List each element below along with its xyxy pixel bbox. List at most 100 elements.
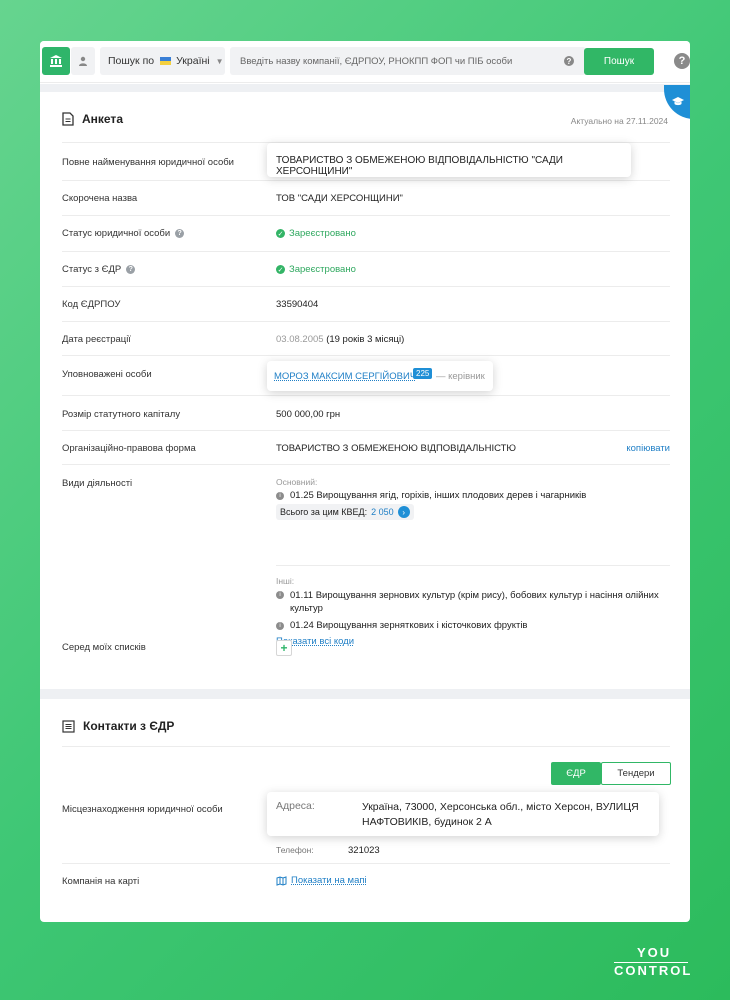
info-dot-icon: i	[276, 492, 284, 500]
search-bar: Пошук по Україні ▼ ? Пошук ?	[40, 41, 690, 83]
person-search-toggle[interactable]	[71, 47, 95, 75]
kved-total-pill[interactable]: Всього за цим КВЕД: 2 050 ›	[276, 504, 414, 520]
authorized-label: Уповноважені особи	[62, 369, 152, 380]
activities-main-title: Основний:	[276, 477, 318, 487]
person-icon	[79, 56, 87, 66]
list-document-icon	[62, 719, 75, 733]
copy-link[interactable]: копіювати	[626, 443, 670, 454]
edr-status-value: ✓ Зареєстровано	[276, 264, 356, 275]
map-icon	[276, 875, 287, 886]
search-button[interactable]: Пошук	[584, 48, 654, 75]
kved-main-text: 01.25 Вирощування ягід, горіхів, інших п…	[290, 490, 587, 501]
edr-status-label: Статус з ЄДР	[62, 264, 122, 275]
row-legal-status: Статус юридичної особи? ✓ Зареєстровано	[62, 216, 670, 252]
row-map: Компанія на карті Показати на мапі	[62, 864, 670, 898]
short-name-value: ТОВ "САДИ ХЕРСОНЩИНИ"	[276, 193, 403, 204]
kved-other-text: 01.24 Вирощування зерняткових і кісточко…	[290, 620, 528, 631]
youcontrol-logo: YOU CONTROL	[614, 946, 694, 978]
row-capital: Розмір статутного капіталу 500 000,00 гр…	[62, 396, 670, 431]
chevron-right-icon: ›	[397, 506, 410, 518]
education-badge[interactable]	[664, 85, 690, 119]
reg-date-label: Дата реєстрації	[62, 334, 131, 345]
row-short-name: Скорочена назва ТОВ "САДИ ХЕРСОНЩИНИ"	[62, 181, 670, 216]
tab-tenders[interactable]: Тендери	[601, 762, 671, 785]
legal-status-text: Зареєстровано	[289, 228, 356, 239]
tab-edr[interactable]: ЄДР	[551, 762, 601, 785]
capital-label: Розмір статутного капіталу	[62, 409, 181, 420]
activities-label: Види діяльності	[62, 478, 133, 489]
legal-status-label-wrap: Статус юридичної особи?	[62, 228, 185, 239]
info-dot-icon: i	[276, 622, 284, 630]
legal-entity-search-toggle[interactable]	[42, 47, 70, 75]
authorized-role: — керівник	[436, 371, 485, 382]
reg-date-age: (19 років 3 місяці)	[326, 334, 405, 345]
legal-form-label: Організаційно-правова форма	[62, 443, 196, 454]
contacts-header: Контакти з ЄДР	[62, 717, 174, 735]
section-divider	[40, 84, 690, 92]
country-select-value: Україні	[176, 55, 210, 67]
actual-date: Актуально на 27.11.2024	[570, 116, 668, 126]
phone-label: Телефон:	[276, 845, 314, 855]
authorized-person-link[interactable]: МОРОЗ МАКСИМ СЕРГІЙОВИЧ	[274, 371, 416, 382]
edrpou-label: Код ЄДРПОУ	[62, 299, 121, 310]
chevron-down-icon: ▼	[215, 56, 224, 66]
help-icon[interactable]: ?	[674, 53, 690, 69]
edr-status-text: Зареєстровано	[289, 264, 356, 275]
contacts-title: Контакти з ЄДР	[83, 719, 175, 733]
activities-other-title: Інші:	[276, 576, 295, 586]
row-activities: Види діяльності Основний: i 01.25 Вирощу…	[62, 465, 670, 647]
full-name-value: ТОВАРИСТВО З ОБМЕЖЕНОЮ ВІДПОВІДАЛЬНІСТЮ …	[276, 155, 563, 177]
legal-status-value: ✓ Зареєстровано	[276, 228, 356, 239]
location-label: Місцезнаходження юридичної особи	[62, 804, 223, 815]
kved-other-item: i 01.11 Вирощування зернових культур (кр…	[276, 589, 670, 615]
reg-date-date: 03.08.2005	[276, 334, 324, 345]
check-circle-icon: ✓	[276, 265, 285, 274]
reg-date-value: 03.08.2005 (19 років 3 місяці)	[276, 334, 404, 345]
contacts-top-divider	[62, 746, 670, 747]
kved-main: i 01.25 Вирощування ягід, горіхів, інших…	[276, 490, 670, 501]
short-name-label: Скорочена назва	[62, 193, 138, 204]
edrpou-value: 33590404	[276, 299, 319, 310]
legal-status-label: Статус юридичної особи	[62, 228, 171, 239]
add-to-list-button[interactable]: +	[276, 640, 292, 656]
bank-icon	[50, 55, 62, 67]
check-circle-icon: ✓	[276, 229, 285, 238]
info-dot-icon: i	[276, 591, 284, 599]
logo-line-1: YOU	[637, 945, 672, 960]
address-popout: Адреса: Україна, 73000, Херсонська обл.,…	[267, 792, 659, 836]
anketa-title: Анкета	[82, 112, 123, 126]
address-label: Адреса:	[276, 800, 315, 812]
ukraine-flag-icon	[160, 57, 172, 65]
row-my-lists: Серед моїх списків +	[62, 637, 670, 667]
show-map-link[interactable]: Показати на мапі	[276, 875, 367, 886]
kved-total-label: Всього за цим КВЕД:	[280, 507, 368, 517]
legal-form-value: ТОВАРИСТВО З ОБМЕЖЕНОЮ ВІДПОВІДАЛЬНІСТЮ	[276, 443, 517, 454]
country-select-prefix: Пошук по	[108, 55, 155, 67]
help-icon[interactable]: ?	[126, 264, 136, 274]
anketa-header: Анкета	[62, 110, 123, 128]
person-count-badge[interactable]: 225	[413, 368, 433, 379]
search-input[interactable]	[230, 47, 586, 75]
main-card: Пошук по Україні ▼ ? Пошук ? Анкета Акту…	[40, 41, 690, 922]
graduation-cap-icon	[672, 97, 684, 106]
my-lists-label: Серед моїх списків	[62, 642, 146, 653]
document-icon	[62, 112, 74, 126]
section-divider	[40, 689, 690, 699]
address-value: Україна, 73000, Херсонська обл., місто Х…	[362, 801, 639, 828]
activities-divider	[276, 565, 670, 566]
edr-status-label-wrap: Статус з ЄДР?	[62, 264, 136, 275]
country-select[interactable]: Пошук по Україні ▼	[100, 47, 225, 75]
logo-line-2: CONTROL	[614, 963, 693, 978]
phone-value: 321023	[348, 845, 380, 856]
help-icon[interactable]: ?	[175, 228, 185, 238]
capital-value: 500 000,00 грн	[276, 409, 341, 420]
activities-main: Основний: i 01.25 Вирощування ягід, горі…	[276, 477, 670, 520]
kved-total-value: 2 050	[371, 507, 394, 517]
row-reg-date: Дата реєстрації 03.08.2005 (19 років 3 м…	[62, 322, 670, 356]
search-help-icon[interactable]: ?	[564, 56, 574, 66]
map-label: Компанія на карті	[62, 876, 140, 887]
show-map-text: Показати на мапі	[291, 875, 367, 886]
row-edrpou: Код ЄДРПОУ 33590404	[62, 287, 670, 322]
full-name-popout: ТОВАРИСТВО З ОБМЕЖЕНОЮ ВІДПОВІДАЛЬНІСТЮ …	[267, 143, 631, 177]
authorized-popout: МОРОЗ МАКСИМ СЕРГІЙОВИЧ 225 — керівник	[267, 361, 493, 391]
